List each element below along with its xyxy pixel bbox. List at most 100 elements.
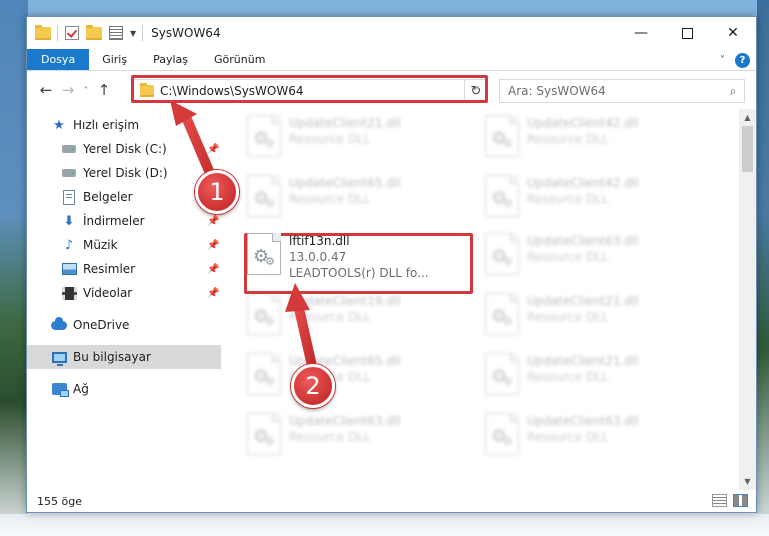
pin-icon[interactable]: 📌 — [207, 264, 219, 275]
scrollbar-thumb[interactable] — [742, 126, 753, 172]
sidebar-item-label: Hızlı erişim — [73, 118, 140, 132]
pin-icon[interactable]: 📌 — [207, 144, 219, 155]
disk-icon — [61, 165, 77, 181]
file-item[interactable]: ⚙ ⚙ UpdateClient63.dll Resource DLL — [481, 227, 709, 285]
file-item[interactable]: ⚙ ⚙ UpdateClient21.dll Resource DLL — [481, 287, 709, 345]
dll-file-icon: ⚙ ⚙ — [247, 233, 281, 275]
file-description: Resource DLL — [527, 250, 609, 264]
file-description: Resource DLL — [527, 132, 609, 146]
sidebar-item-documents[interactable]: Belgeler — [27, 185, 221, 209]
sidebar-item-pictures[interactable]: Resimler 📌 — [27, 257, 221, 281]
up-button[interactable]: ↑ — [93, 79, 115, 101]
download-icon: ⬇ — [63, 213, 75, 229]
address-bar[interactable]: C:\Windows\SysWOW64 ˅ — [131, 79, 487, 103]
pin-icon[interactable]: 📌 — [207, 288, 219, 299]
checkmark-properties-icon[interactable] — [64, 25, 80, 41]
file-item[interactable]: ⚙ ⚙ UpdateClient21.dll Resource DLL — [243, 109, 471, 167]
sidebar-item-music[interactable]: ♪ Müzik 📌 — [27, 233, 221, 257]
search-box[interactable]: Ara: SysWOW64 ⌕ — [499, 79, 745, 103]
cloud-icon — [51, 316, 67, 333]
sidebar-item-local-disk-d[interactable]: Yerel Disk (D:) — [27, 161, 221, 185]
sidebar-item-onedrive[interactable]: OneDrive — [27, 313, 221, 337]
recent-locations-button[interactable]: ˅ — [79, 79, 93, 101]
toolbar-separator — [142, 25, 144, 41]
dll-file-icon: ⚙ ⚙ — [247, 413, 281, 455]
file-item[interactable]: ⚙ ⚙ UpdateClient21.dll Resource DLL — [481, 347, 709, 405]
title-bar: ▼ SysWOW64 — ✕ — [27, 17, 756, 49]
maximize-button[interactable] — [664, 17, 710, 49]
file-item[interactable]: ⚙ ⚙ UpdateClient42.dll Resource DLL — [481, 169, 709, 227]
explorer-window: ▼ SysWOW64 — ✕ Dosya Giriş Paylaş Görünü… — [26, 16, 757, 513]
scroll-up-icon[interactable]: ▲ — [739, 109, 756, 126]
desktop-background-bottom — [0, 514, 769, 536]
window-controls: — ✕ — [618, 17, 756, 49]
details-view-icon[interactable] — [712, 494, 727, 507]
file-name: UpdateClient42.dll — [527, 116, 639, 130]
dll-file-icon: ⚙ ⚙ — [485, 175, 519, 217]
file-item[interactable]: ⚙ ⚙ UpdateClient63.dll Resource DLL — [481, 407, 709, 465]
folder-icon — [140, 83, 154, 97]
file-description: LEADTOOLS(r) DLL fo... — [289, 266, 429, 280]
forward-button[interactable]: → — [57, 79, 79, 101]
back-button[interactable]: ← — [35, 79, 57, 101]
sidebar-item-label: Belgeler — [83, 190, 133, 204]
properties-icon[interactable] — [108, 25, 124, 41]
navigation-pane: ★ Hızlı erişim Yerel Disk (C:) 📌 Yerel D… — [27, 109, 221, 490]
file-name: UpdateClient21.dll — [527, 294, 639, 308]
search-icon[interactable]: ⌕ — [722, 84, 744, 99]
file-item[interactable]: ⚙ ⚙ UpdateClient42.dll Resource DLL — [481, 109, 709, 167]
minimize-button[interactable]: — — [618, 17, 664, 49]
file-description: Resource DLL — [527, 430, 609, 444]
scroll-down-icon[interactable]: ▼ — [739, 473, 756, 490]
address-path[interactable]: C:\Windows\SysWOW64 — [160, 84, 462, 98]
sidebar-item-downloads[interactable]: ⬇ İndirmeler 📌 — [27, 209, 221, 233]
file-name: lftif13n.dll — [289, 234, 350, 248]
expand-ribbon-icon[interactable]: ˅ — [720, 55, 725, 66]
dll-file-icon: ⚙ ⚙ — [247, 293, 281, 335]
file-name: UpdateClient63.dll — [527, 234, 639, 248]
file-name: UpdateClient65.dll — [289, 176, 401, 190]
sidebar-item-quick-access[interactable]: ★ Hızlı erişim — [27, 113, 221, 137]
file-item[interactable]: ⚙ ⚙ UpdateClient65.dll Resource DLL — [243, 347, 471, 405]
large-icons-view-icon[interactable] — [733, 494, 748, 507]
pin-icon[interactable]: 📌 — [207, 216, 219, 227]
vertical-scrollbar[interactable]: ▲ ▼ — [739, 109, 756, 490]
customize-toolbar-icon[interactable]: ▼ — [130, 29, 136, 38]
sidebar-item-network[interactable]: Ağ — [27, 377, 221, 401]
sidebar-item-videos[interactable]: Videolar 📌 — [27, 281, 221, 305]
tab-giris[interactable]: Giriş — [89, 49, 140, 70]
file-version: 13.0.0.47 — [289, 250, 347, 264]
file-description: Resource DLL — [527, 370, 609, 384]
tab-dosya[interactable]: Dosya — [27, 49, 90, 70]
tab-gorunum[interactable]: Görünüm — [201, 49, 278, 70]
new-folder-icon[interactable] — [86, 24, 102, 41]
sidebar-item-local-disk-c[interactable]: Yerel Disk (C:) 📌 — [27, 137, 221, 161]
sidebar-item-label: Videolar — [83, 286, 133, 300]
file-item-highlighted[interactable]: ⚙ ⚙ lftif13n.dll 13.0.0.47 LEADTOOLS(r) D… — [243, 227, 471, 285]
sidebar-item-label: Müzik — [83, 238, 118, 252]
sidebar-item-label: Ağ — [73, 382, 89, 396]
maximize-icon — [681, 27, 693, 39]
view-switcher — [712, 494, 748, 507]
ribbon-tabs: Dosya Giriş Paylaş Görünüm ˅ ? — [27, 49, 756, 71]
music-icon: ♪ — [64, 237, 74, 253]
file-item[interactable]: ⚙ ⚙ UpdateClient19.dll Resource DLL — [243, 287, 471, 345]
documents-icon — [61, 189, 77, 205]
navigation-bar: ← → ˅ ↑ C:\Windows\SysWOW64 ˅ ↻ Ara: Sys… — [27, 71, 756, 109]
network-icon — [51, 381, 69, 397]
file-item[interactable]: ⚙ ⚙ UpdateClient63.dll Resource DLL — [243, 407, 471, 465]
help-icon[interactable]: ? — [735, 52, 750, 68]
disk-icon — [61, 141, 77, 157]
file-item[interactable]: ⚙ ⚙ UpdateClient65.dll Resource DLL — [243, 169, 471, 227]
dll-file-icon: ⚙ ⚙ — [485, 353, 519, 395]
pin-icon[interactable]: 📌 — [207, 240, 219, 251]
sidebar-item-this-pc[interactable]: Bu bilgisayar — [27, 345, 221, 369]
tab-paylas[interactable]: Paylaş — [140, 49, 201, 70]
close-button[interactable]: ✕ — [710, 17, 756, 49]
file-description: Resource DLL — [527, 192, 609, 206]
main-area: ★ Hızlı erişim Yerel Disk (C:) 📌 Yerel D… — [27, 109, 756, 490]
refresh-button[interactable]: ↻ — [464, 79, 488, 103]
search-input[interactable]: Ara: SysWOW64 — [508, 84, 722, 98]
